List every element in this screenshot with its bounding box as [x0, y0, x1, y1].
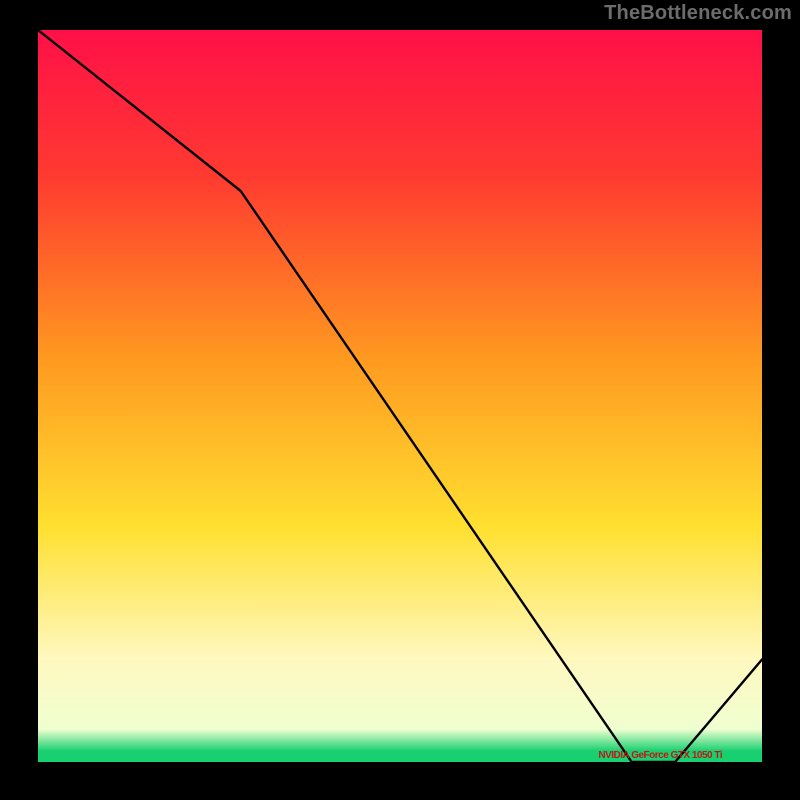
plot-area: NVIDIA GeForce GTX 1050 Ti — [38, 30, 762, 762]
plot-svg — [38, 30, 762, 762]
chart-frame: TheBottleneck.com NVIDIA GeForce GTX 105… — [0, 0, 800, 800]
watermark-text: TheBottleneck.com — [604, 2, 792, 25]
gradient-background — [38, 30, 762, 762]
